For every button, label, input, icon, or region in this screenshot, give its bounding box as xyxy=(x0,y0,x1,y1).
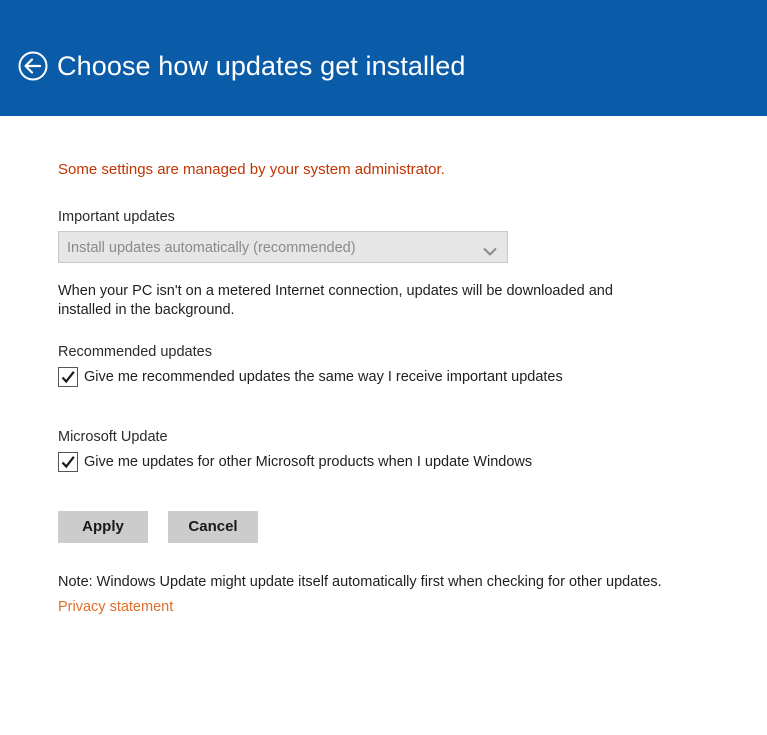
page-title: Choose how updates get installed xyxy=(57,51,466,81)
back-arrow-circle-icon[interactable] xyxy=(18,51,48,81)
recommended-updates-label: Recommended updates xyxy=(58,344,212,360)
microsoft-update-label: Microsoft Update xyxy=(58,429,168,445)
microsoft-update-checkbox[interactable] xyxy=(58,452,78,472)
recommended-updates-checkbox[interactable] xyxy=(58,367,78,387)
microsoft-update-checkbox-label[interactable]: Give me updates for other Microsoft prod… xyxy=(84,452,532,472)
install-description: When your PC isn't on a metered Internet… xyxy=(58,283,613,318)
checkmark-icon xyxy=(61,456,75,469)
checkmark-icon xyxy=(61,371,75,384)
update-note: Note: Windows Update might update itself… xyxy=(58,574,662,590)
cancel-button[interactable]: Cancel xyxy=(168,511,258,543)
apply-button[interactable]: Apply xyxy=(58,511,148,543)
recommended-updates-checkbox-label[interactable]: Give me recommended updates the same way… xyxy=(84,367,563,387)
header-bar: Choose how updates get installed xyxy=(0,0,767,116)
important-updates-dropdown[interactable]: Install updates automatically (recommend… xyxy=(58,231,508,263)
privacy-statement-link[interactable]: Privacy statement xyxy=(58,597,173,617)
important-updates-label: Important updates xyxy=(58,209,175,225)
chevron-down-icon xyxy=(483,243,497,256)
admin-notice: Some settings are managed by your system… xyxy=(58,161,445,178)
dropdown-selected-value: Install updates automatically (recommend… xyxy=(67,240,356,256)
